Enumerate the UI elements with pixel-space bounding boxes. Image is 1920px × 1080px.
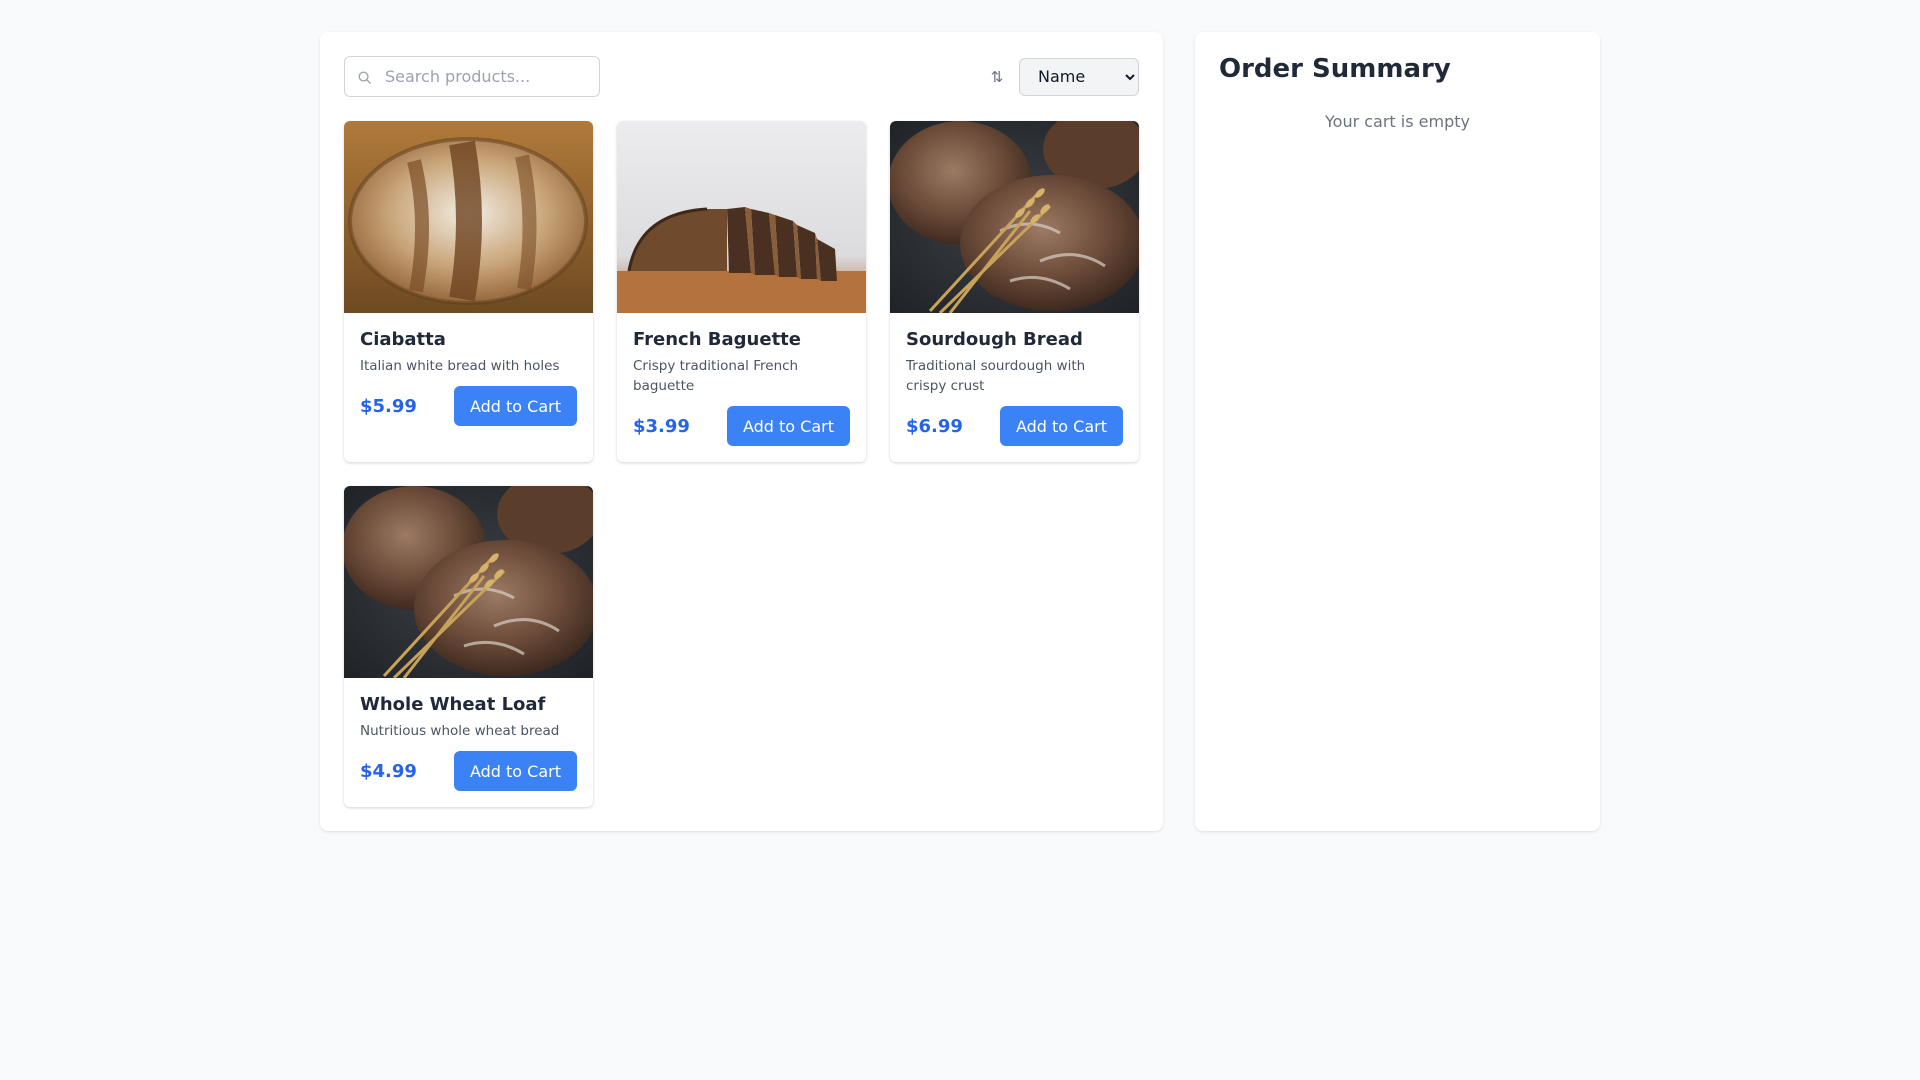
product-card: Ciabatta Italian white bread with holes … <box>344 121 593 462</box>
product-price: $4.99 <box>360 760 417 782</box>
add-to-cart-button[interactable]: Add to Cart <box>454 386 577 426</box>
search-input[interactable] <box>345 57 599 96</box>
order-summary-panel: Order Summary Your cart is empty <box>1195 32 1600 831</box>
product-price: $5.99 <box>360 395 417 417</box>
product-card: Sourdough Bread Traditional sourdough wi… <box>890 121 1139 462</box>
product-price: $6.99 <box>906 415 963 437</box>
sort-arrows-icon: ⇅ <box>990 67 1004 86</box>
product-name: Sourdough Bread <box>906 329 1083 350</box>
product-description: Traditional sourdough with crispy crust <box>906 358 1086 394</box>
product-description: Nutritious whole wheat bread <box>360 723 560 739</box>
product-card: Whole Wheat Loaf Nutritious whole wheat … <box>344 486 593 807</box>
toolbar: ⇅ Name <box>344 56 1139 97</box>
product-image-round-loaf <box>344 121 593 313</box>
search-box[interactable] <box>344 56 600 97</box>
add-to-cart-button[interactable]: Add to Cart <box>454 751 577 791</box>
cart-empty-message: Your cart is empty <box>1325 112 1470 131</box>
product-name: French Baguette <box>633 329 801 350</box>
product-name: Ciabatta <box>360 329 446 350</box>
product-grid: Ciabatta Italian white bread with holes … <box>344 121 1139 807</box>
product-card: French Baguette Crispy traditional Frenc… <box>617 121 866 462</box>
product-image-rye-loaves <box>890 121 1139 313</box>
sort-select[interactable]: Name <box>1019 57 1139 96</box>
order-summary-title: Order Summary <box>1219 54 1451 84</box>
product-description: Crispy traditional French baguette <box>633 358 799 394</box>
sort-controls: ⇅ Name <box>989 57 1139 96</box>
products-panel: ⇅ Name <box>320 32 1163 831</box>
product-image-rye-loaves <box>344 486 593 678</box>
product-description: Italian white bread with holes <box>360 358 560 374</box>
add-to-cart-button[interactable]: Add to Cart <box>1000 406 1123 446</box>
product-image-sliced-loaf <box>617 121 866 313</box>
add-to-cart-button[interactable]: Add to Cart <box>727 406 850 446</box>
product-price: $3.99 <box>633 415 690 437</box>
page-layout: ⇅ Name <box>320 32 1600 831</box>
product-name: Whole Wheat Loaf <box>360 694 546 715</box>
